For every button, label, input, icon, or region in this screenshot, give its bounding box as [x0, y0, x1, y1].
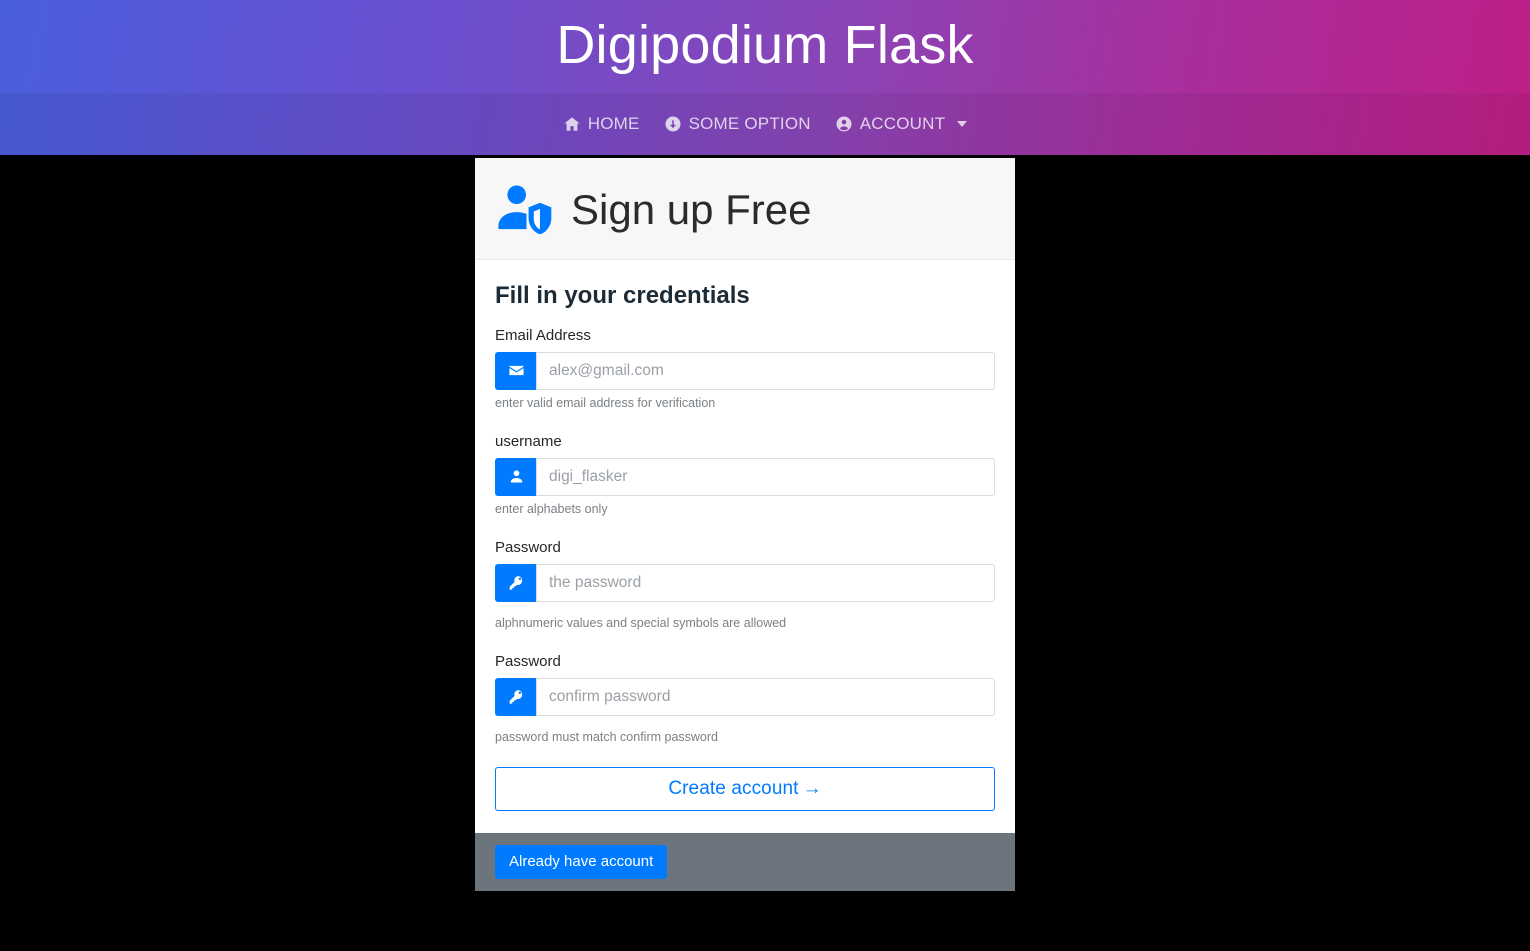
confirm-password-input-row — [495, 677, 995, 716]
email-input[interactable] — [536, 351, 995, 390]
nav-item-home-label: HOME — [587, 114, 640, 133]
site-header: Digipodium Flask HOME SOME OPTION ACCOUN… — [0, 0, 1530, 155]
user-icon — [495, 457, 536, 496]
confirm-password-input[interactable] — [536, 677, 995, 716]
user-shield-icon — [495, 179, 557, 241]
password-help-text: alphnumeric values and special symbols a… — [495, 615, 787, 630]
nav-item-some-option-label: SOME OPTION — [688, 114, 811, 133]
create-account-button[interactable]: Create account → — [495, 766, 995, 811]
user-circle-icon — [835, 115, 853, 133]
username-input[interactable] — [536, 457, 995, 496]
password-input-row — [495, 563, 995, 602]
nav-item-account[interactable]: ACCOUNT — [835, 114, 968, 134]
card-title: Sign up Free — [571, 185, 812, 233]
signup-card: Sign up Free Fill in your credentials Em… — [475, 158, 1015, 891]
envelope-icon — [495, 351, 536, 390]
email-label: Email Address — [495, 326, 591, 344]
username-input-row — [495, 457, 995, 496]
username-label: username — [495, 432, 562, 450]
form-group-confirm-password: Password password must match confirm pas… — [495, 653, 995, 745]
form-group-username: username enter alphabets only — [495, 433, 995, 517]
main-navbar: HOME SOME OPTION ACCOUNT — [0, 93, 1530, 155]
form-group-password: Password alphnumeric values and special … — [495, 539, 995, 631]
home-icon — [563, 115, 581, 133]
nav-item-home[interactable]: HOME — [563, 114, 640, 134]
create-account-button-label: Create account — [668, 778, 799, 800]
already-have-account-button[interactable]: Already have account — [495, 844, 668, 880]
confirm-password-help-text: password must match confirm password — [495, 729, 718, 744]
confirm-password-label: Password — [495, 652, 561, 670]
key-icon — [495, 563, 536, 602]
section-heading: Fill in your credentials — [495, 282, 750, 309]
card-body: Fill in your credentials Email Address e… — [475, 260, 1015, 833]
username-help-text: enter alphabets only — [495, 501, 608, 516]
email-input-row — [495, 351, 995, 390]
brand-title: Digipodium Flask — [556, 15, 974, 75]
nav-item-account-label: ACCOUNT — [859, 114, 946, 133]
card-footer: Already have account — [475, 832, 1015, 891]
page-background: Sign up Free Fill in your credentials Em… — [0, 155, 1530, 951]
arrow-right-icon: → — [802, 778, 822, 800]
card-header: Sign up Free — [475, 158, 1015, 260]
chevron-down-icon — [957, 121, 968, 127]
email-help-text: enter valid email address for verificati… — [495, 395, 716, 410]
form-group-email: Email Address enter valid email address … — [495, 327, 995, 411]
key-icon — [495, 677, 536, 716]
password-input[interactable] — [536, 563, 995, 602]
arrow-circle-down-icon — [664, 115, 682, 133]
password-label: Password — [495, 538, 561, 556]
nav-item-some-option[interactable]: SOME OPTION — [664, 114, 811, 134]
